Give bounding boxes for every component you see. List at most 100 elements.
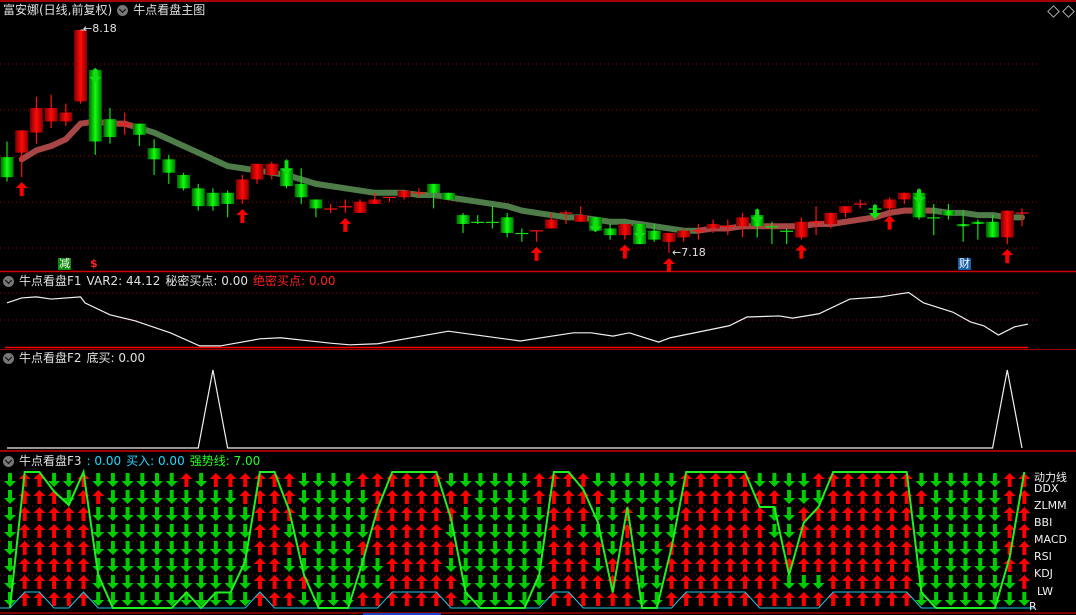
- grid-up-arrow-icon: [48, 558, 61, 572]
- grid-down-arrow-icon: [92, 524, 105, 538]
- grid-down-arrow-icon: [930, 473, 943, 487]
- grid-down-arrow-icon: [180, 558, 193, 572]
- grid-down-arrow-icon: [106, 524, 119, 538]
- grid-up-arrow-icon: [268, 490, 281, 504]
- grid-down-arrow-icon: [121, 490, 134, 504]
- grid-up-arrow-icon: [886, 575, 898, 589]
- grid-down-arrow-icon: [974, 490, 987, 504]
- grid-down-arrow-icon: [974, 473, 987, 487]
- grid-up-arrow-icon: [18, 524, 31, 538]
- grid-up-arrow-icon: [33, 575, 46, 589]
- grid-down-arrow-icon: [327, 473, 340, 487]
- grid-down-arrow-icon: [636, 558, 649, 572]
- candle-up: [59, 112, 73, 122]
- grid-down-arrow-icon: [974, 507, 987, 521]
- grid-down-arrow-icon: [606, 541, 619, 555]
- grid-down-arrow-icon: [356, 490, 369, 504]
- grid-down-arrow-icon: [121, 592, 134, 606]
- grid-up-arrow-icon: [268, 507, 281, 521]
- grid-down-arrow-icon: [371, 575, 384, 589]
- grid-down-arrow-icon: [930, 490, 943, 504]
- f2-name[interactable]: 牛点看盘F2: [19, 351, 82, 365]
- grid-up-arrow-icon: [430, 507, 443, 521]
- row-label-zlmm: ZLMM: [1034, 499, 1067, 512]
- candle-up: [853, 203, 867, 205]
- grid-up-arrow-icon: [680, 507, 693, 521]
- grid-down-arrow-icon: [930, 541, 943, 555]
- grid-down-arrow-icon: [944, 541, 957, 555]
- grid-down-arrow-icon: [944, 490, 957, 504]
- grid-up-arrow-icon: [562, 507, 575, 521]
- grid-down-arrow-icon: [165, 558, 178, 572]
- grid-down-arrow-icon: [606, 473, 619, 487]
- f3-value0: : 0.00: [86, 454, 122, 468]
- grid-down-arrow-icon: [180, 541, 193, 555]
- grid-down-arrow-icon: [92, 507, 105, 521]
- grid-down-arrow-icon: [195, 473, 208, 487]
- grid-down-arrow-icon: [121, 558, 134, 572]
- grid-up-arrow-icon: [1003, 490, 1016, 504]
- grid-up-arrow-icon: [400, 490, 413, 504]
- grid-up-arrow-icon: [900, 575, 913, 589]
- grid-up-arrow-icon: [841, 592, 854, 606]
- grid-up-arrow-icon: [445, 575, 457, 589]
- grid-up-arrow-icon: [415, 575, 428, 589]
- f2-menu-chevron-icon[interactable]: [3, 352, 14, 364]
- grid-up-arrow-icon: [827, 558, 840, 572]
- grid-down-arrow-icon: [474, 541, 487, 555]
- grid-down-arrow-icon: [944, 507, 957, 521]
- grid-up-arrow-icon: [430, 592, 443, 606]
- f3-name[interactable]: 牛点看盘F3: [19, 454, 82, 468]
- candle-down: [780, 230, 794, 232]
- grid-up-arrow-icon: [871, 473, 884, 487]
- grid-up-arrow-icon: [768, 575, 781, 589]
- grid-down-arrow-icon: [342, 473, 355, 487]
- f1-header: 牛点看盘F1 VAR2: 44.12 秘密买点: 0.00 绝密买点: 0.00: [3, 274, 336, 288]
- grid-up-arrow-icon: [856, 473, 869, 487]
- grid-down-arrow-icon: [342, 524, 355, 538]
- grid-up-arrow-icon: [856, 592, 869, 606]
- candle-down: [603, 228, 617, 236]
- row-label-macd: MACD: [1034, 533, 1067, 546]
- f1-name[interactable]: 牛点看盘F1: [19, 274, 82, 288]
- grid-down-arrow-icon: [650, 507, 663, 521]
- grid-down-arrow-icon: [342, 490, 355, 504]
- grid-up-arrow-icon: [48, 524, 61, 538]
- f1-menu-chevron-icon[interactable]: [3, 275, 14, 287]
- grid-up-arrow-icon: [886, 490, 898, 504]
- candle-up: [1015, 212, 1029, 214]
- buy-signal-arrow-icon: [15, 182, 28, 197]
- grid-down-arrow-icon: [312, 558, 325, 572]
- grid-up-arrow-icon: [812, 541, 825, 555]
- grid-up-arrow-icon: [547, 592, 560, 606]
- grid-down-arrow-icon: [518, 507, 531, 521]
- grid-up-arrow-icon: [841, 507, 854, 521]
- grid-up-arrow-icon: [886, 507, 898, 521]
- f3-menu-chevron-icon[interactable]: [3, 455, 14, 467]
- grid-up-arrow-icon: [33, 490, 46, 504]
- grid-down-arrow-icon: [445, 558, 457, 572]
- indicator-menu-chevron-icon[interactable]: [117, 4, 129, 16]
- candle-up: [736, 217, 749, 227]
- grid-up-arrow-icon: [33, 592, 46, 606]
- grid-down-arrow-icon: [298, 507, 310, 521]
- grid-down-arrow-icon: [783, 507, 796, 521]
- grid-down-arrow-icon: [151, 558, 163, 572]
- grid-down-arrow-icon: [944, 558, 957, 572]
- candle-down: [221, 192, 235, 204]
- grid-down-arrow-icon: [650, 541, 663, 555]
- grid-up-arrow-icon: [533, 490, 546, 504]
- grid-down-arrow-icon: [165, 490, 178, 504]
- grid-down-arrow-icon: [298, 524, 310, 538]
- candle-up: [118, 123, 132, 125]
- grid-down-arrow-icon: [636, 490, 649, 504]
- grid-up-arrow-icon: [386, 490, 399, 504]
- grid-down-arrow-icon: [959, 592, 972, 606]
- main-indicator-name[interactable]: 牛点看盘主图: [133, 3, 205, 17]
- grid-down-arrow-icon: [930, 524, 943, 538]
- candle-up: [412, 192, 426, 194]
- grid-up-arrow-icon: [680, 592, 693, 606]
- candle-up: [824, 212, 838, 225]
- grid-up-arrow-icon: [400, 558, 413, 572]
- grid-up-arrow-icon: [709, 592, 722, 606]
